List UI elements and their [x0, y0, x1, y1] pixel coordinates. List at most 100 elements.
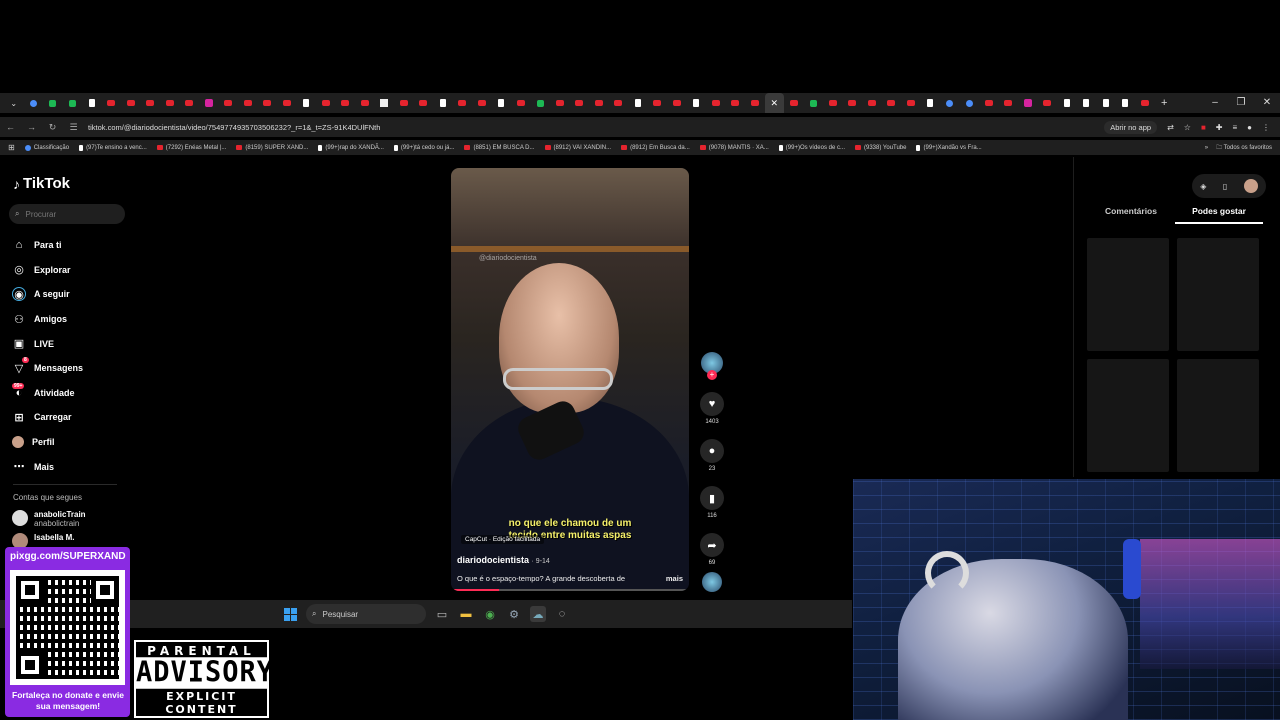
tab[interactable]	[258, 93, 278, 113]
tab[interactable]	[43, 93, 63, 113]
bookmark-item[interactable]: (8159) SUPER XAND...	[236, 145, 308, 151]
tab[interactable]	[355, 93, 375, 113]
tab[interactable]	[160, 93, 180, 113]
file-explorer-icon[interactable]: ▬	[458, 606, 474, 622]
tab[interactable]	[180, 93, 200, 113]
search-input[interactable]: ⌕ Procurar	[9, 204, 125, 224]
tab[interactable]	[1018, 93, 1038, 113]
tab[interactable]	[1116, 93, 1136, 113]
tab[interactable]	[570, 93, 590, 113]
suggested-video-thumb[interactable]	[1087, 238, 1169, 351]
bookmark-item[interactable]: (9078) MANTIS · XA...	[699, 145, 769, 151]
following-account[interactable]: anabolicTrain anabolictrain	[12, 510, 86, 528]
bookmark-item[interactable]: (99+)Xandão vs Fra...	[916, 144, 982, 151]
tab[interactable]	[24, 93, 44, 113]
tab[interactable]	[511, 93, 531, 113]
tab[interactable]	[433, 93, 453, 113]
bookmark-item[interactable]: (9338) YouTube	[855, 145, 906, 151]
save-button[interactable]: ▮	[700, 486, 724, 510]
tab[interactable]	[940, 93, 960, 113]
suggested-video-thumb[interactable]	[1177, 238, 1259, 351]
task-view-icon[interactable]: ▭	[434, 606, 450, 622]
tab-comentarios[interactable]: Comentários	[1087, 206, 1175, 224]
apps-grid-icon[interactable]: ⊞	[8, 143, 15, 152]
tab[interactable]	[453, 93, 473, 113]
bookmark-item[interactable]: (99+)rap do XANDÃ...	[318, 144, 384, 151]
taskbar-search[interactable]: ⌕ Pesquisar	[306, 604, 426, 624]
chrome-icon[interactable]: ◉	[482, 606, 498, 622]
tab[interactable]	[999, 93, 1019, 113]
reload-icon[interactable]: ↻	[42, 122, 63, 133]
tab[interactable]	[882, 93, 902, 113]
sidebar-item-carregar[interactable]: ⊞ Carregar	[12, 405, 132, 430]
tab[interactable]	[63, 93, 83, 113]
profile-avatar-icon[interactable]: ●	[1247, 123, 1252, 132]
settings-icon[interactable]: ⚙	[506, 606, 522, 622]
suggested-video-thumb[interactable]	[1177, 359, 1259, 472]
tab[interactable]	[843, 93, 863, 113]
tab[interactable]	[297, 93, 317, 113]
tab[interactable]	[589, 93, 609, 113]
bookmark-star-icon[interactable]: ☆	[1184, 123, 1191, 132]
sidebar-item-mais[interactable]: ⋯ Mais	[12, 454, 132, 479]
maximize-icon[interactable]: ❐	[1228, 93, 1254, 113]
tab[interactable]	[648, 93, 668, 113]
tab-list-button[interactable]: ⌄	[4, 93, 24, 113]
sidebar-item-amigos[interactable]: ⚇ Amigos	[12, 307, 132, 332]
follow-plus-icon[interactable]: +	[707, 370, 717, 380]
url-field[interactable]: tiktok.com/@diariodocientista/video/7549…	[88, 123, 1104, 132]
comment-button[interactable]: ●	[700, 439, 724, 463]
tab[interactable]	[687, 93, 707, 113]
tab[interactable]	[784, 93, 804, 113]
tab[interactable]	[492, 93, 512, 113]
close-icon[interactable]: ✕	[1254, 93, 1280, 113]
tab[interactable]	[823, 93, 843, 113]
coins-icon[interactable]: ◈	[1200, 182, 1206, 191]
forward-icon[interactable]: →	[21, 122, 42, 132]
tab[interactable]	[901, 93, 921, 113]
bookmark-item[interactable]: (8851) EM BUSCA D...	[464, 145, 535, 151]
tab[interactable]	[121, 93, 141, 113]
bookmark-item[interactable]: (8912) Em Busca da...	[621, 145, 690, 151]
sidebar-item-atividade[interactable]: ◐ 99+ Atividade	[12, 381, 132, 406]
bookmarks-overflow-icon[interactable]: »	[1205, 145, 1208, 151]
tab-podes-gostar[interactable]: Podes gostar	[1175, 206, 1263, 224]
tab[interactable]	[336, 93, 356, 113]
tab[interactable]	[277, 93, 297, 113]
tab[interactable]	[316, 93, 336, 113]
video-player[interactable]: @diariodocientista no que ele chamou de …	[451, 168, 689, 591]
all-bookmarks-folder[interactable]: 🗀 Todos os favoritos	[1216, 143, 1272, 153]
tab[interactable]	[199, 93, 219, 113]
tab[interactable]	[550, 93, 570, 113]
capcut-tag[interactable]: CapCut · Edição facilitada	[461, 535, 545, 544]
share-button[interactable]: ➦	[700, 533, 724, 557]
tab[interactable]	[1057, 93, 1077, 113]
device-icon[interactable]: ▯	[1223, 182, 1227, 191]
tab[interactable]	[726, 93, 746, 113]
creator-avatar[interactable]: +	[701, 352, 723, 380]
tab-active-close-icon[interactable]: ✕	[764, 93, 784, 113]
bookmark-item[interactable]: (99+)tá cedo ou já...	[393, 144, 454, 151]
bookmark-item[interactable]: (97)Te ensino a venc...	[79, 144, 147, 151]
bookmark-item[interactable]: Classificação	[24, 144, 69, 151]
sidebar-item-mensagens[interactable]: ▽ 8 Mensagens	[12, 356, 132, 381]
back-icon[interactable]: ←	[0, 122, 21, 132]
tab[interactable]	[921, 93, 941, 113]
extensions-icon[interactable]: ✚	[1216, 123, 1223, 132]
tab[interactable]	[862, 93, 882, 113]
tab[interactable]	[238, 93, 258, 113]
tab[interactable]	[414, 93, 434, 113]
video-progress-bar[interactable]	[451, 589, 689, 591]
tab[interactable]	[960, 93, 980, 113]
sidebar-item-para-ti[interactable]: ⌂ Para ti	[12, 233, 132, 258]
obs-icon[interactable]: ◌	[554, 606, 570, 622]
tab[interactable]	[979, 93, 999, 113]
sidebar-item-explorar[interactable]: ◎ Explorar	[12, 258, 132, 283]
tab[interactable]	[745, 93, 765, 113]
suggested-video-thumb[interactable]	[1087, 359, 1169, 472]
tiktok-logo[interactable]: ♪ TikTok	[13, 175, 70, 192]
tab[interactable]	[1077, 93, 1097, 113]
tab[interactable]	[1135, 93, 1155, 113]
music-disc-icon[interactable]	[702, 572, 722, 592]
bookmark-item[interactable]: (8912) VAI XANDIN...	[544, 145, 611, 151]
